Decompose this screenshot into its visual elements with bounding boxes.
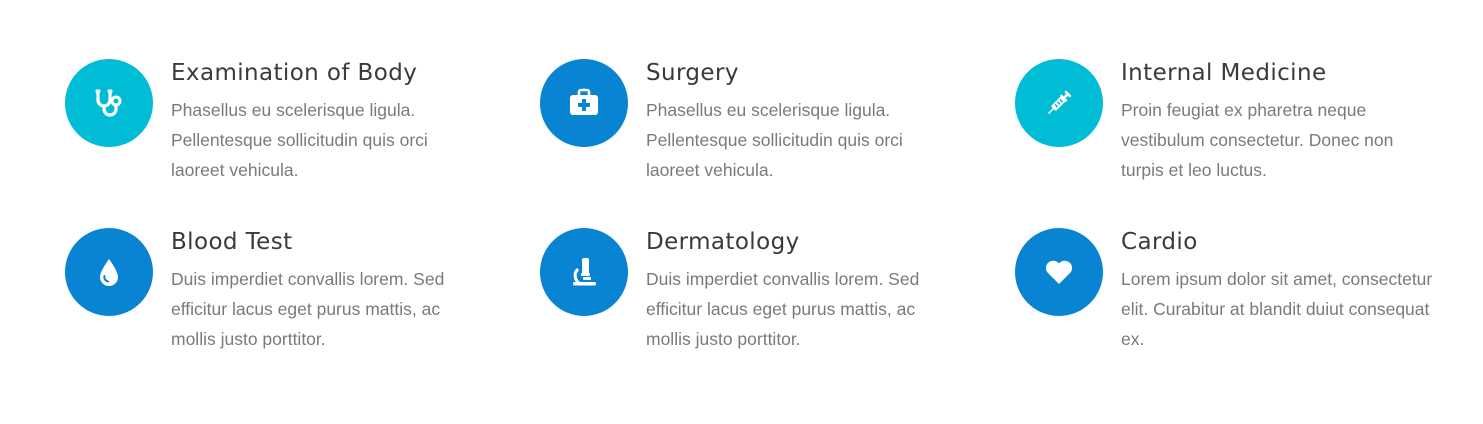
card-text: Blood Test Duis imperdiet convallis lore… [171,227,486,354]
services-grid: Examination of Body Phasellus eu sceleri… [65,58,1445,396]
service-title: Surgery [646,60,739,86]
card-text: Surgery Phasellus eu scelerisque ligula.… [646,58,961,185]
card-text: Cardio Lorem ipsum dolor sit amet, conse… [1121,227,1436,354]
service-title: Cardio [1121,229,1198,255]
card-text: Internal Medicine Proin feugiat ex phare… [1121,58,1436,185]
service-card-dermatology[interactable]: Dermatology Duis imperdiet convallis lor… [540,227,1015,396]
service-card-examination-of-body[interactable]: Examination of Body Phasellus eu sceleri… [65,58,540,227]
icon-circle [65,59,153,147]
card-text: Examination of Body Phasellus eu sceleri… [171,58,486,185]
service-description: Lorem ipsum dolor sit amet, consectetur … [1121,269,1433,349]
microscope-icon [573,258,596,286]
service-description: Proin feugiat ex pharetra neque vestibul… [1121,100,1394,180]
service-description: Phasellus eu scelerisque ligula. Pellent… [646,100,903,180]
blood-drop-icon [100,259,118,286]
medkit-icon [570,88,598,115]
service-title: Dermatology [646,229,800,255]
service-title: Examination of Body [171,60,418,86]
heart-icon [1045,260,1073,284]
service-description: Duis imperdiet convallis lorem. Sed effi… [171,269,445,349]
service-card-cardio[interactable]: Cardio Lorem ipsum dolor sit amet, conse… [1015,227,1445,396]
service-card-surgery[interactable]: Surgery Phasellus eu scelerisque ligula.… [540,58,1015,227]
service-title: Internal Medicine [1121,60,1327,86]
icon-circle [1015,228,1103,316]
service-description: Phasellus eu scelerisque ligula. Pellent… [171,100,428,180]
icon-circle [1015,59,1103,147]
service-card-blood-test[interactable]: Blood Test Duis imperdiet convallis lore… [65,227,540,396]
card-text: Dermatology Duis imperdiet convallis lor… [646,227,961,354]
service-title: Blood Test [171,229,293,255]
icon-circle [540,59,628,147]
stethoscope-icon [95,89,122,117]
syringe-icon [1047,90,1072,115]
icon-circle [65,228,153,316]
service-description: Duis imperdiet convallis lorem. Sed effi… [646,269,920,349]
service-card-internal-medicine[interactable]: Internal Medicine Proin feugiat ex phare… [1015,58,1445,227]
icon-circle [540,228,628,316]
